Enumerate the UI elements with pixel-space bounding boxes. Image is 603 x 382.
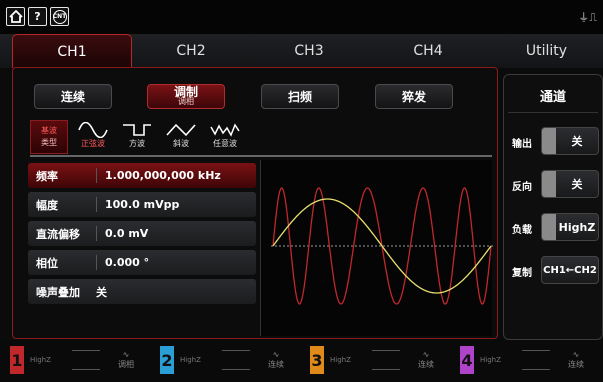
param-dc-offset[interactable]: 直流偏移 0.0 mV	[28, 221, 256, 246]
square-wave-icon	[123, 124, 151, 136]
channel-number: 1	[10, 346, 24, 374]
channel-mode-label: 连续	[268, 360, 284, 369]
modulation-sub-label: 调相	[178, 96, 194, 106]
burst-mode-button[interactable]: 猝发	[375, 84, 453, 109]
counter-icon[interactable]: CNT	[50, 7, 69, 26]
wave-selector-divider	[30, 155, 492, 157]
wave-type-button[interactable]: 基波 类型	[30, 120, 68, 154]
usb-icon: ⏚⎍	[578, 11, 597, 24]
tab-ch2[interactable]: CH2	[132, 34, 250, 68]
channel-mode-label: 连续	[568, 360, 584, 369]
param-value: 0.000 °	[105, 256, 150, 269]
tab-ch4[interactable]: CH4	[368, 34, 488, 68]
wave-type-line1: 基波	[41, 126, 57, 135]
wave-glyph: ∿	[572, 350, 580, 359]
load-toggle[interactable]: HighZ	[541, 213, 599, 241]
invert-toggle[interactable]: 关	[541, 170, 599, 198]
sine-wave-label: 正弦波	[81, 139, 105, 148]
square-wave-label: 方波	[129, 139, 145, 148]
load-value: HighZ	[558, 220, 596, 234]
tab-utility[interactable]: Utility	[490, 34, 603, 68]
output-value: 关	[571, 135, 583, 148]
param-phase[interactable]: 相位 0.000 °	[28, 250, 256, 275]
channel-number: 3	[310, 346, 324, 374]
channel-divider	[222, 350, 250, 370]
ramp-wave-option[interactable]: 斜波	[160, 120, 202, 154]
channel-2-status[interactable]: 2 HighZ ∿ 连续	[160, 344, 294, 376]
param-value: 关	[96, 285, 107, 299]
channel-mode: ∿ 连续	[558, 350, 594, 370]
param-label: 直流偏移	[36, 227, 80, 241]
wave-type-line2: 类型	[41, 138, 57, 147]
param-value: 100.0 mVpp	[105, 198, 180, 211]
channel-divider	[372, 350, 400, 370]
channel-number: 2	[160, 346, 174, 374]
arbitrary-wave-icon	[210, 123, 240, 137]
channel-1-status[interactable]: 1 HighZ ∿ 调相	[10, 344, 144, 376]
wave-glyph: ∿	[272, 350, 280, 359]
arbitrary-wave-option[interactable]: 任意波	[204, 120, 246, 154]
invert-label: 反向	[512, 182, 532, 193]
param-value: 1.000,000,000 kHz	[105, 169, 221, 182]
channel-mode-label: 连续	[418, 360, 434, 369]
tab-ch3[interactable]: CH3	[250, 34, 368, 68]
square-wave-option[interactable]: 方波	[116, 120, 158, 154]
arbitrary-wave-label: 任意波	[213, 139, 237, 148]
copy-label: 复制	[512, 268, 532, 279]
param-label: 幅度	[36, 198, 58, 212]
param-label: 频率	[36, 169, 58, 183]
channel-load: HighZ	[30, 356, 51, 364]
copy-button[interactable]: CH1←CH2	[541, 256, 599, 284]
wave-glyph: ∿	[122, 350, 130, 359]
load-label: 负载	[512, 225, 532, 236]
invert-value: 关	[571, 178, 583, 191]
channel-number: 4	[460, 346, 474, 374]
param-amplitude[interactable]: 幅度 100.0 mVpp	[28, 192, 256, 217]
channel-load: HighZ	[480, 356, 501, 364]
channel-load: HighZ	[180, 356, 201, 364]
channel-3-status[interactable]: 3 HighZ ∿ 连续	[310, 344, 444, 376]
param-noise[interactable]: 噪声叠加 关	[28, 279, 256, 304]
param-label: 噪声叠加	[36, 285, 80, 299]
tab-ch1[interactable]: CH1	[12, 34, 132, 68]
channel-mode: ∿ 连续	[258, 350, 294, 370]
param-label: 相位	[36, 256, 58, 270]
ramp-wave-icon	[166, 123, 196, 137]
sine-wave-option[interactable]: 正弦波	[72, 120, 114, 154]
home-icon[interactable]	[6, 7, 25, 26]
continuous-mode-button[interactable]: 连续	[34, 84, 112, 109]
channel-4-status[interactable]: 4 HighZ ∿ 连续	[460, 344, 594, 376]
param-value: 0.0 mV	[105, 227, 149, 240]
output-toggle[interactable]: 关	[541, 127, 599, 155]
modulation-label: 调制	[173, 84, 198, 99]
output-label: 输出	[512, 139, 532, 150]
param-frequency[interactable]: 频率 1.000,000,000 kHz	[28, 163, 256, 188]
waveform-display	[260, 160, 493, 336]
generator-screen: ? CNT ⏚⎍ CH1 CH2 CH3 CH4 Utility 连续 调制 调…	[0, 0, 603, 382]
ramp-wave-label: 斜波	[173, 139, 189, 148]
sweep-mode-button[interactable]: 扫频	[261, 84, 339, 109]
channel-divider	[522, 350, 550, 370]
channel-settings-title: 通道	[539, 89, 566, 105]
channel-mode: ∿ 连续	[408, 350, 444, 370]
channel-mode-label: 调相	[118, 360, 134, 369]
divider	[508, 112, 598, 113]
waveform-plot	[271, 187, 493, 305]
sine-wave-icon	[78, 122, 108, 138]
top-bar	[0, 0, 603, 34]
modulation-mode-button[interactable]: 调制 调相	[147, 84, 225, 109]
help-icon[interactable]: ?	[28, 7, 47, 26]
counter-label: CNT	[52, 9, 67, 24]
channel-load: HighZ	[330, 356, 351, 364]
channel-divider	[72, 350, 100, 370]
channel-settings-panel	[503, 74, 603, 340]
channel-mode: ∿ 调相	[108, 350, 144, 370]
wave-glyph: ∿	[422, 350, 430, 359]
